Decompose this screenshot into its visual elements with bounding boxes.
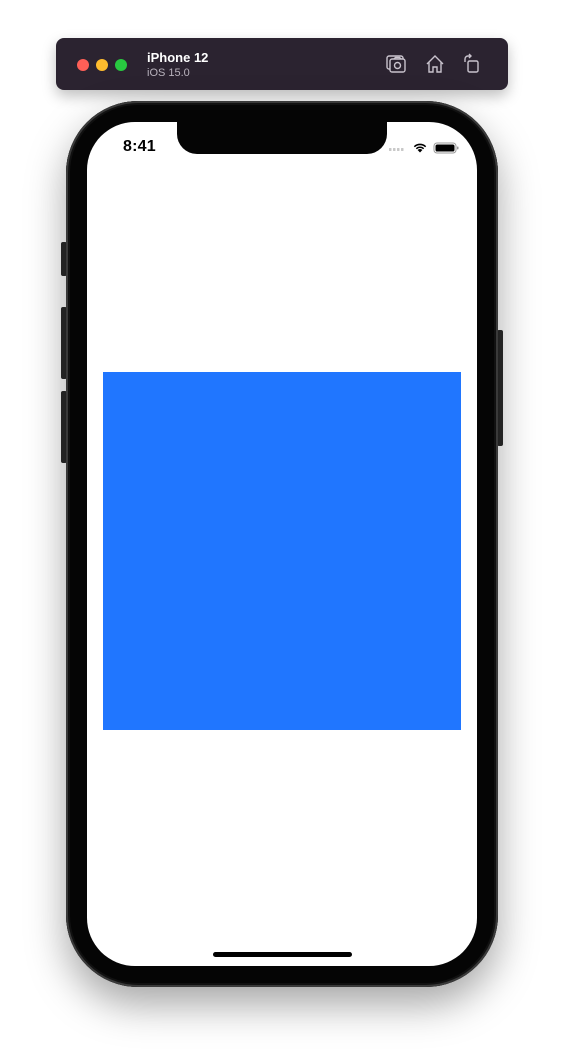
os-version: iOS 15.0 [147,67,190,79]
cellular-signal-icon [389,148,404,151]
notch [177,122,387,154]
home-icon[interactable] [424,53,446,75]
wifi-icon [413,143,427,153]
status-time: 8:41 [123,138,156,155]
battery-icon [433,142,459,154]
phone-screen: 8:41 [87,122,477,966]
screenshot-icon[interactable] [385,53,407,75]
home-indicator[interactable] [213,952,352,957]
simulator-title-bar: iPhone 12 iOS 15.0 [56,38,508,90]
zoom-window-button[interactable] [115,59,127,71]
status-icons [389,142,459,154]
device-name: iPhone 12 [147,50,209,65]
blue-square-view [103,372,461,730]
rotate-icon[interactable] [461,53,483,75]
close-window-button[interactable] [77,59,89,71]
minimize-window-button[interactable] [96,59,108,71]
